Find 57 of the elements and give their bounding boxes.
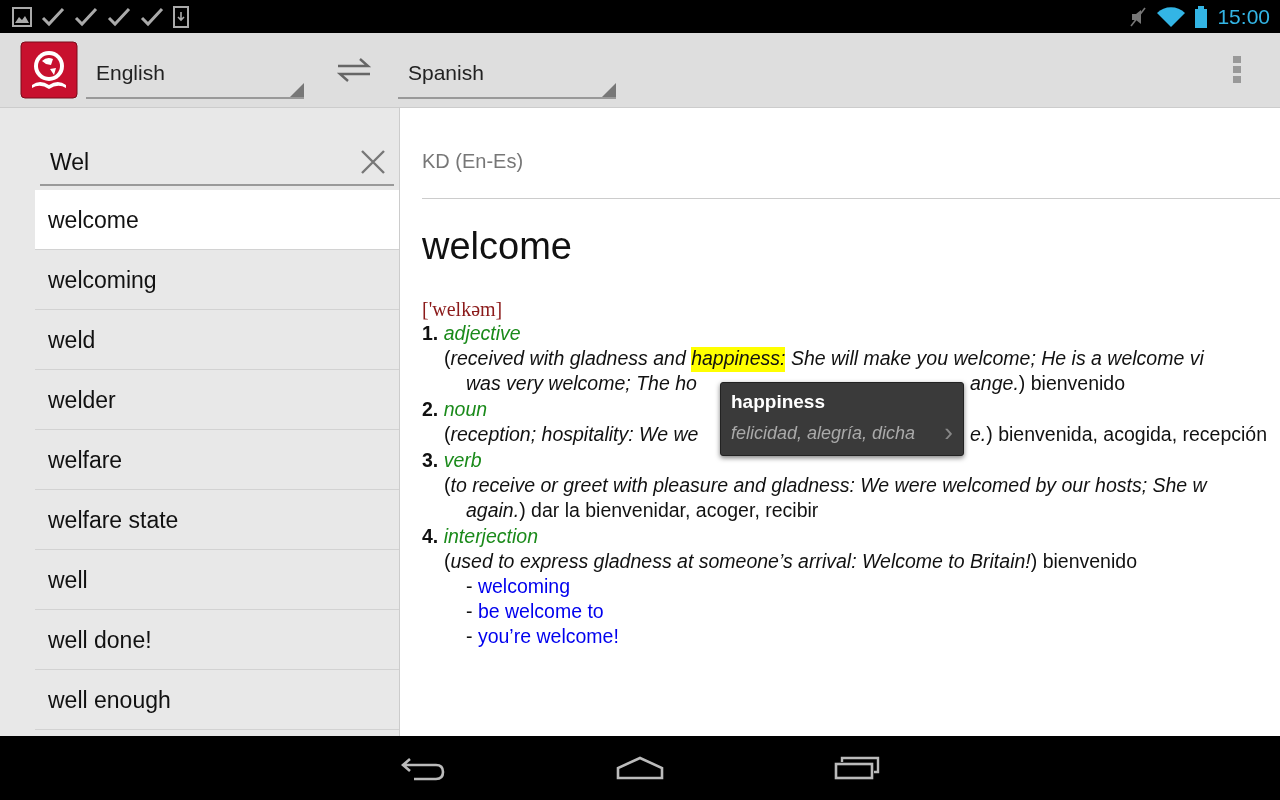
sense-number: 1. bbox=[422, 322, 439, 344]
battery-icon bbox=[1195, 5, 1208, 28]
download-icon bbox=[173, 5, 189, 28]
definition-text: (received with gladness and bbox=[444, 347, 688, 371]
home-icon[interactable] bbox=[616, 756, 664, 780]
popup-word: happiness bbox=[731, 391, 826, 413]
wifi-icon bbox=[1157, 6, 1186, 27]
app-logo-icon[interactable] bbox=[20, 41, 78, 99]
highlighted-word[interactable]: happiness: bbox=[691, 347, 786, 372]
result-item[interactable]: welfare state bbox=[35, 490, 399, 550]
clock: 15:00 bbox=[1217, 4, 1270, 29]
related-link[interactable]: you’re welcome! bbox=[477, 625, 619, 647]
list-dash: - bbox=[466, 575, 473, 597]
list-dash: - bbox=[466, 625, 473, 647]
part-of-speech: interjection bbox=[443, 525, 538, 547]
result-item[interactable]: welcoming bbox=[35, 250, 399, 310]
sense-number: 2. bbox=[422, 398, 439, 420]
part-of-speech: verb bbox=[443, 449, 482, 471]
recent-apps-icon[interactable] bbox=[834, 756, 880, 780]
part-of-speech: noun bbox=[443, 398, 488, 420]
dictionary-name: KD (En-Es) bbox=[422, 150, 525, 174]
result-item[interactable]: weld bbox=[35, 310, 399, 370]
headword: welcome bbox=[422, 225, 573, 268]
definition-text: ange.) bienvenido bbox=[970, 372, 1126, 396]
sense-number: 4. bbox=[422, 525, 439, 547]
result-item[interactable]: well done! bbox=[35, 610, 399, 670]
picture-icon bbox=[12, 6, 32, 27]
result-item[interactable]: welfare bbox=[35, 430, 399, 490]
part-of-speech: adjective bbox=[443, 322, 521, 344]
check-icon bbox=[74, 6, 98, 27]
check-icon bbox=[41, 6, 65, 27]
search-field[interactable]: Wel bbox=[48, 147, 360, 177]
definition-text: e.) bienvenida, acogida, recepción bbox=[970, 423, 1268, 447]
definition-text: again.) dar la bienvenidar, acoger, recibir bbox=[466, 499, 819, 523]
definition-text: (to receive or greet with pleasure and gladness: We were welcomed by our hosts; She w bbox=[444, 474, 1207, 498]
pronunciation: ['welkəm] bbox=[422, 298, 504, 321]
related-link[interactable]: welcoming bbox=[477, 575, 571, 597]
list-dash: - bbox=[466, 600, 473, 622]
chevron-icon: › bbox=[944, 423, 953, 444]
sense-number: 3. bbox=[422, 449, 439, 471]
check-icon bbox=[107, 6, 131, 27]
back-icon[interactable] bbox=[400, 755, 446, 781]
clear-icon[interactable] bbox=[360, 149, 386, 175]
popup-translation: felicidad, alegría, dicha bbox=[731, 423, 916, 444]
result-item[interactable]: well bbox=[35, 550, 399, 610]
result-item[interactable]: welder bbox=[35, 370, 399, 430]
definition-text: (reception; hospitality: We we bbox=[444, 423, 699, 445]
swap-icon[interactable] bbox=[336, 56, 372, 84]
check-icon bbox=[140, 6, 164, 27]
result-item[interactable]: well enough bbox=[35, 670, 399, 730]
mute-icon bbox=[1129, 6, 1148, 27]
definition-text: She will make you welcome; He is a welcome vi bbox=[789, 347, 1204, 371]
related-link[interactable]: be welcome to bbox=[477, 600, 604, 622]
translation-popup[interactable]: happiness felicidad, alegría, dicha › bbox=[720, 382, 964, 456]
definition-text: was very welcome; The ho bbox=[466, 372, 697, 394]
definition-text: (used to express gladness at someone’s arrival: Welcome to Britain!) bienvenido bbox=[444, 550, 1137, 574]
result-item[interactable]: welcome bbox=[35, 190, 399, 250]
